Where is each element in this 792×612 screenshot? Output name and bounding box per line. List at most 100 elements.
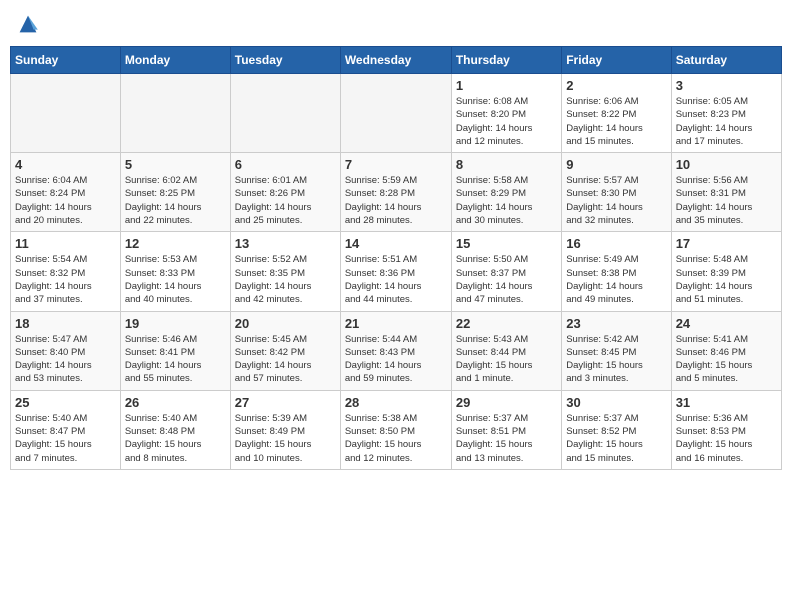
day-number: 4 [15, 157, 116, 172]
day-info: Sunrise: 5:37 AMSunset: 8:52 PMDaylight:… [566, 412, 666, 465]
calendar-day: 29Sunrise: 5:37 AMSunset: 8:51 PMDayligh… [451, 390, 561, 469]
day-info: Sunrise: 5:48 AMSunset: 8:39 PMDaylight:… [676, 253, 777, 306]
calendar-day: 14Sunrise: 5:51 AMSunset: 8:36 PMDayligh… [340, 232, 451, 311]
calendar-week-2: 4 Sunrise: 6:04 AMSunset: 8:24 PMDaylight… [11, 153, 782, 232]
day-number: 23 [566, 316, 666, 331]
calendar-day: 31 Sunrise: 5:36 AMSunset: 8:53 PMDayligh… [671, 390, 781, 469]
day-info: Sunrise: 5:41 AMSunset: 8:46 PMDaylight:… [676, 333, 777, 386]
calendar-day [120, 74, 230, 153]
day-number: 22 [456, 316, 557, 331]
day-info: Sunrise: 5:59 AMSunset: 8:28 PMDaylight:… [345, 174, 447, 227]
day-number: 2 [566, 78, 666, 93]
day-number: 18 [15, 316, 116, 331]
day-number: 11 [15, 236, 116, 251]
calendar-day: 13 Sunrise: 5:52 AMSunset: 8:35 PMDayligh… [230, 232, 340, 311]
day-number: 31 [676, 395, 777, 410]
day-info: Sunrise: 5:40 AMSunset: 8:48 PMDaylight:… [125, 412, 226, 465]
logo-icon [14, 10, 42, 38]
day-number: 28 [345, 395, 447, 410]
calendar-day: 22 Sunrise: 5:43 AMSunset: 8:44 PMDayligh… [451, 311, 561, 390]
day-info: Sunrise: 5:39 AMSunset: 8:49 PMDaylight:… [235, 412, 336, 465]
calendar-body: 1 Sunrise: 6:08 AMSunset: 8:20 PMDaylight… [11, 74, 782, 470]
day-of-week-saturday: Saturday [671, 47, 781, 74]
day-info: Sunrise: 5:42 AMSunset: 8:45 PMDaylight:… [566, 333, 666, 386]
day-info: Sunrise: 5:44 AMSunset: 8:43 PMDaylight:… [345, 333, 447, 386]
day-number: 15 [456, 236, 557, 251]
calendar-day [340, 74, 451, 153]
calendar-day: 18 Sunrise: 5:47 AMSunset: 8:40 PMDayligh… [11, 311, 121, 390]
day-info: Sunrise: 6:04 AMSunset: 8:24 PMDaylight:… [15, 174, 116, 227]
day-info: Sunrise: 5:38 AMSunset: 8:50 PMDaylight:… [345, 412, 447, 465]
calendar-day: 1 Sunrise: 6:08 AMSunset: 8:20 PMDaylight… [451, 74, 561, 153]
day-of-week-friday: Friday [562, 47, 671, 74]
day-number: 29 [456, 395, 557, 410]
day-info: Sunrise: 5:36 AMSunset: 8:53 PMDaylight:… [676, 412, 777, 465]
day-info: Sunrise: 5:51 AMSunset: 8:36 PMDaylight:… [345, 253, 447, 306]
calendar-day: 23 Sunrise: 5:42 AMSunset: 8:45 PMDayligh… [562, 311, 671, 390]
calendar-day: 2 Sunrise: 6:06 AMSunset: 8:22 PMDaylight… [562, 74, 671, 153]
day-header-row: SundayMondayTuesdayWednesdayThursdayFrid… [11, 47, 782, 74]
day-number: 20 [235, 316, 336, 331]
day-of-week-tuesday: Tuesday [230, 47, 340, 74]
day-info: Sunrise: 5:50 AMSunset: 8:37 PMDaylight:… [456, 253, 557, 306]
day-info: Sunrise: 6:06 AMSunset: 8:22 PMDaylight:… [566, 95, 666, 148]
day-info: Sunrise: 5:52 AMSunset: 8:35 PMDaylight:… [235, 253, 336, 306]
day-info: Sunrise: 5:46 AMSunset: 8:41 PMDaylight:… [125, 333, 226, 386]
day-number: 30 [566, 395, 666, 410]
day-info: Sunrise: 5:47 AMSunset: 8:40 PMDaylight:… [15, 333, 116, 386]
calendar-day: 20 Sunrise: 5:45 AMSunset: 8:42 PMDayligh… [230, 311, 340, 390]
calendar-day: 24 Sunrise: 5:41 AMSunset: 8:46 PMDayligh… [671, 311, 781, 390]
day-number: 10 [676, 157, 777, 172]
day-number: 19 [125, 316, 226, 331]
day-number: 17 [676, 236, 777, 251]
day-number: 26 [125, 395, 226, 410]
day-of-week-wednesday: Wednesday [340, 47, 451, 74]
calendar-day: 25Sunrise: 5:40 AMSunset: 8:47 PMDayligh… [11, 390, 121, 469]
calendar-day: 8 Sunrise: 5:58 AMSunset: 8:29 PMDaylight… [451, 153, 561, 232]
calendar-day: 12Sunrise: 5:53 AMSunset: 8:33 PMDayligh… [120, 232, 230, 311]
calendar-day: 17 Sunrise: 5:48 AMSunset: 8:39 PMDayligh… [671, 232, 781, 311]
calendar-day: 5 Sunrise: 6:02 AMSunset: 8:25 PMDaylight… [120, 153, 230, 232]
calendar-week-5: 25Sunrise: 5:40 AMSunset: 8:47 PMDayligh… [11, 390, 782, 469]
calendar-day [11, 74, 121, 153]
calendar-day: 19 Sunrise: 5:46 AMSunset: 8:41 PMDayligh… [120, 311, 230, 390]
day-number: 9 [566, 157, 666, 172]
day-of-week-thursday: Thursday [451, 47, 561, 74]
calendar-week-1: 1 Sunrise: 6:08 AMSunset: 8:20 PMDaylight… [11, 74, 782, 153]
day-info: Sunrise: 5:45 AMSunset: 8:42 PMDaylight:… [235, 333, 336, 386]
calendar-day: 15 Sunrise: 5:50 AMSunset: 8:37 PMDayligh… [451, 232, 561, 311]
logo [14, 10, 46, 38]
day-info: Sunrise: 5:43 AMSunset: 8:44 PMDaylight:… [456, 333, 557, 386]
calendar-day: 26 Sunrise: 5:40 AMSunset: 8:48 PMDayligh… [120, 390, 230, 469]
day-number: 13 [235, 236, 336, 251]
day-info: Sunrise: 6:02 AMSunset: 8:25 PMDaylight:… [125, 174, 226, 227]
calendar-day: 21Sunrise: 5:44 AMSunset: 8:43 PMDayligh… [340, 311, 451, 390]
day-info: Sunrise: 6:01 AMSunset: 8:26 PMDaylight:… [235, 174, 336, 227]
day-number: 12 [125, 236, 226, 251]
day-number: 24 [676, 316, 777, 331]
calendar-day: 7 Sunrise: 5:59 AMSunset: 8:28 PMDaylight… [340, 153, 451, 232]
calendar-day: 4 Sunrise: 6:04 AMSunset: 8:24 PMDaylight… [11, 153, 121, 232]
calendar-day: 28 Sunrise: 5:38 AMSunset: 8:50 PMDayligh… [340, 390, 451, 469]
day-number: 27 [235, 395, 336, 410]
day-number: 16 [566, 236, 666, 251]
calendar-day: 30 Sunrise: 5:37 AMSunset: 8:52 PMDayligh… [562, 390, 671, 469]
day-of-week-monday: Monday [120, 47, 230, 74]
day-number: 1 [456, 78, 557, 93]
calendar-day: 3 Sunrise: 6:05 AMSunset: 8:23 PMDaylight… [671, 74, 781, 153]
day-info: Sunrise: 6:05 AMSunset: 8:23 PMDaylight:… [676, 95, 777, 148]
day-number: 6 [235, 157, 336, 172]
day-number: 7 [345, 157, 447, 172]
day-info: Sunrise: 5:58 AMSunset: 8:29 PMDaylight:… [456, 174, 557, 227]
day-info: Sunrise: 5:49 AMSunset: 8:38 PMDaylight:… [566, 253, 666, 306]
day-number: 5 [125, 157, 226, 172]
day-info: Sunrise: 5:54 AMSunset: 8:32 PMDaylight:… [15, 253, 116, 306]
day-info: Sunrise: 5:56 AMSunset: 8:31 PMDaylight:… [676, 174, 777, 227]
day-number: 3 [676, 78, 777, 93]
day-info: Sunrise: 6:08 AMSunset: 8:20 PMDaylight:… [456, 95, 557, 148]
day-of-week-sunday: Sunday [11, 47, 121, 74]
calendar-day: 6 Sunrise: 6:01 AMSunset: 8:26 PMDaylight… [230, 153, 340, 232]
day-number: 25 [15, 395, 116, 410]
calendar-table: SundayMondayTuesdayWednesdayThursdayFrid… [10, 46, 782, 470]
day-number: 8 [456, 157, 557, 172]
